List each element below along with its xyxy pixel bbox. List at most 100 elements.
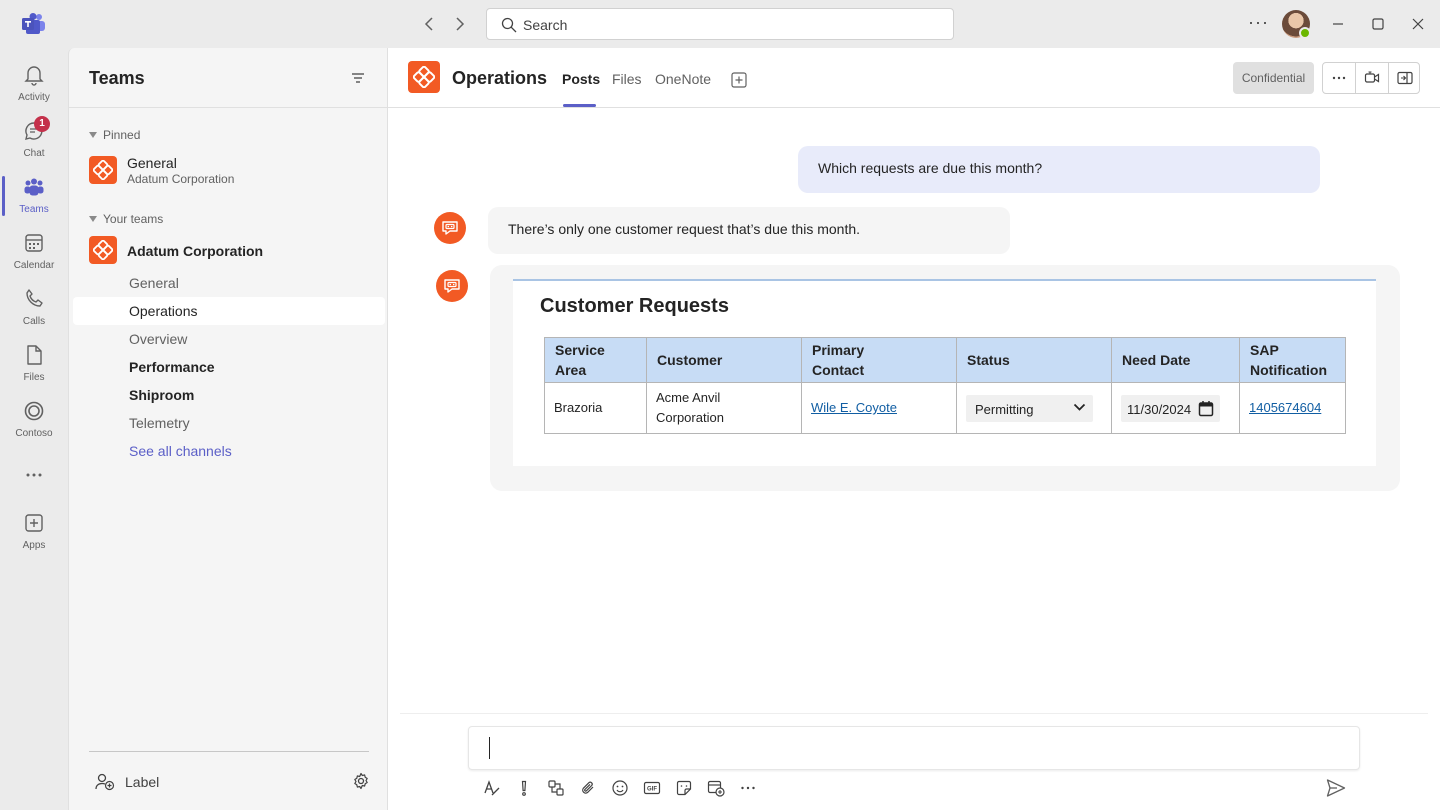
- column-header: SAP Notification: [1239, 337, 1346, 383]
- message-compose-box[interactable]: [468, 726, 1360, 770]
- bot-icon: [442, 221, 458, 235]
- status-value: Permitting: [975, 401, 1034, 417]
- channel-telemetry[interactable]: Telemetry: [73, 409, 385, 437]
- add-app-icon: [25, 514, 43, 532]
- message-text: Which requests are due this month?: [818, 160, 1043, 176]
- rail-item-activity[interactable]: Activity: [0, 56, 68, 112]
- maximize-icon[interactable]: [1368, 14, 1388, 34]
- rail-more-apps[interactable]: [0, 456, 68, 488]
- message-text: There’s only one customer request that’s…: [508, 221, 861, 237]
- tab-onenote[interactable]: OneNote: [655, 71, 711, 87]
- sensitivity-label[interactable]: Confidential: [1233, 62, 1314, 94]
- bot-icon: [444, 279, 460, 293]
- emoji-button[interactable]: [609, 777, 631, 799]
- pinned-team-name: Adatum Corporation: [127, 172, 235, 186]
- sticker-button[interactable]: [673, 777, 695, 799]
- channel-overview[interactable]: Overview: [73, 325, 385, 353]
- search-input[interactable]: Search: [486, 8, 954, 40]
- rail-item-chat[interactable]: 1 Chat: [0, 112, 68, 168]
- your-teams-section-toggle[interactable]: Your teams: [89, 212, 163, 226]
- schedule-meeting-button[interactable]: [705, 777, 727, 799]
- app-rail: Activity 1 Chat Teams Calendar Calls Fil…: [0, 48, 68, 810]
- send-icon[interactable]: [1325, 777, 1347, 799]
- see-all-channels-link[interactable]: See all channels: [73, 437, 385, 465]
- more-actions-button[interactable]: [737, 777, 759, 799]
- open-panel-button[interactable]: [1389, 63, 1421, 93]
- rail-item-calendar[interactable]: Calendar: [0, 224, 68, 280]
- meet-button[interactable]: [1356, 63, 1388, 93]
- column-header-text: Primary Contact: [812, 342, 865, 378]
- paperclip-icon: [582, 781, 594, 794]
- sticker-icon: [676, 780, 692, 796]
- rail-item-teams[interactable]: Teams: [0, 168, 68, 224]
- file-icon: [27, 345, 42, 365]
- chevron-down-icon: [1073, 403, 1086, 411]
- divider: [400, 713, 1428, 714]
- filter-icon[interactable]: [350, 70, 366, 86]
- service-area-cell: Brazoria: [544, 382, 647, 434]
- bot-message: There’s only one customer request that’s…: [488, 207, 1010, 254]
- format-button[interactable]: [481, 777, 503, 799]
- more-options-button[interactable]: [1323, 63, 1355, 93]
- tab-posts[interactable]: Posts: [562, 71, 600, 87]
- settings-more-icon[interactable]: ···: [1248, 12, 1269, 33]
- pinned-channel-name: General: [127, 155, 177, 171]
- teams-panel: Teams Pinned General Adatum Corporation …: [68, 48, 388, 810]
- section-label: Your teams: [103, 212, 164, 226]
- gear-icon[interactable]: [352, 772, 370, 790]
- channel-operations[interactable]: Operations: [73, 297, 385, 325]
- forward-icon[interactable]: [449, 14, 469, 34]
- attach-button[interactable]: [577, 777, 599, 799]
- rail-label: Files: [23, 372, 45, 383]
- contact-link[interactable]: Wile E. Coyote: [811, 400, 897, 415]
- channel-performance[interactable]: Performance: [73, 353, 385, 381]
- column-header: Customer: [646, 337, 802, 383]
- contoso-icon: [24, 401, 44, 421]
- label-text: Label: [125, 774, 160, 790]
- bell-icon: [24, 66, 44, 86]
- column-header: Need Date: [1111, 337, 1240, 383]
- chat-badge: 1: [34, 116, 50, 132]
- back-icon[interactable]: [420, 14, 440, 34]
- pinned-section-toggle[interactable]: Pinned: [89, 128, 140, 142]
- channel-shiproom[interactable]: Shiproom: [73, 381, 385, 409]
- rail-item-apps[interactable]: Apps: [0, 504, 68, 560]
- rail-label: Contoso: [15, 428, 53, 439]
- svg-text:GIF: GIF: [647, 787, 657, 793]
- sap-notification-link[interactable]: 1405674604: [1249, 400, 1321, 415]
- divider: [69, 107, 387, 108]
- search-placeholder: Search: [523, 17, 568, 33]
- mark-important-button[interactable]: [513, 777, 535, 799]
- minimize-icon[interactable]: [1328, 14, 1348, 34]
- calendar-icon: [25, 234, 43, 252]
- close-icon[interactable]: [1408, 14, 1428, 34]
- column-header: Primary Contact: [801, 337, 957, 383]
- team-logo-icon: [89, 156, 117, 184]
- loop-component-button[interactable]: [545, 777, 567, 799]
- requests-table: Service Area Customer Primary Contact St…: [544, 337, 1346, 434]
- title-bar: Search ···: [0, 0, 1440, 48]
- search-icon: [501, 17, 517, 33]
- column-header: Status: [956, 337, 1112, 383]
- rail-label: Apps: [22, 540, 46, 551]
- exclamation-icon: [521, 780, 527, 796]
- calendar-add-icon: [707, 780, 725, 797]
- contact-cell: Wile E. Coyote: [801, 382, 957, 434]
- channel-general[interactable]: General: [73, 269, 385, 297]
- bot-avatar[interactable]: [436, 270, 468, 302]
- tab-files[interactable]: Files: [612, 71, 642, 87]
- need-date-picker[interactable]: 11/30/2024: [1121, 394, 1220, 422]
- teams-logo-icon: [22, 13, 45, 34]
- status-dropdown[interactable]: Permitting: [966, 394, 1093, 422]
- panel-title: Teams: [89, 68, 145, 88]
- sap-cell: 1405674604: [1239, 382, 1346, 434]
- add-tab-icon[interactable]: [731, 72, 747, 88]
- calendar-icon[interactable]: [1198, 400, 1214, 417]
- rail-item-calls[interactable]: Calls: [0, 280, 68, 336]
- gif-button[interactable]: GIF: [641, 777, 663, 799]
- rail-item-files[interactable]: Files: [0, 336, 68, 392]
- user-message: Which requests are due this month?: [798, 146, 1320, 193]
- rail-item-contoso[interactable]: Contoso: [0, 392, 68, 448]
- bot-avatar[interactable]: [434, 212, 466, 244]
- date-value: 11/30/2024: [1127, 401, 1192, 417]
